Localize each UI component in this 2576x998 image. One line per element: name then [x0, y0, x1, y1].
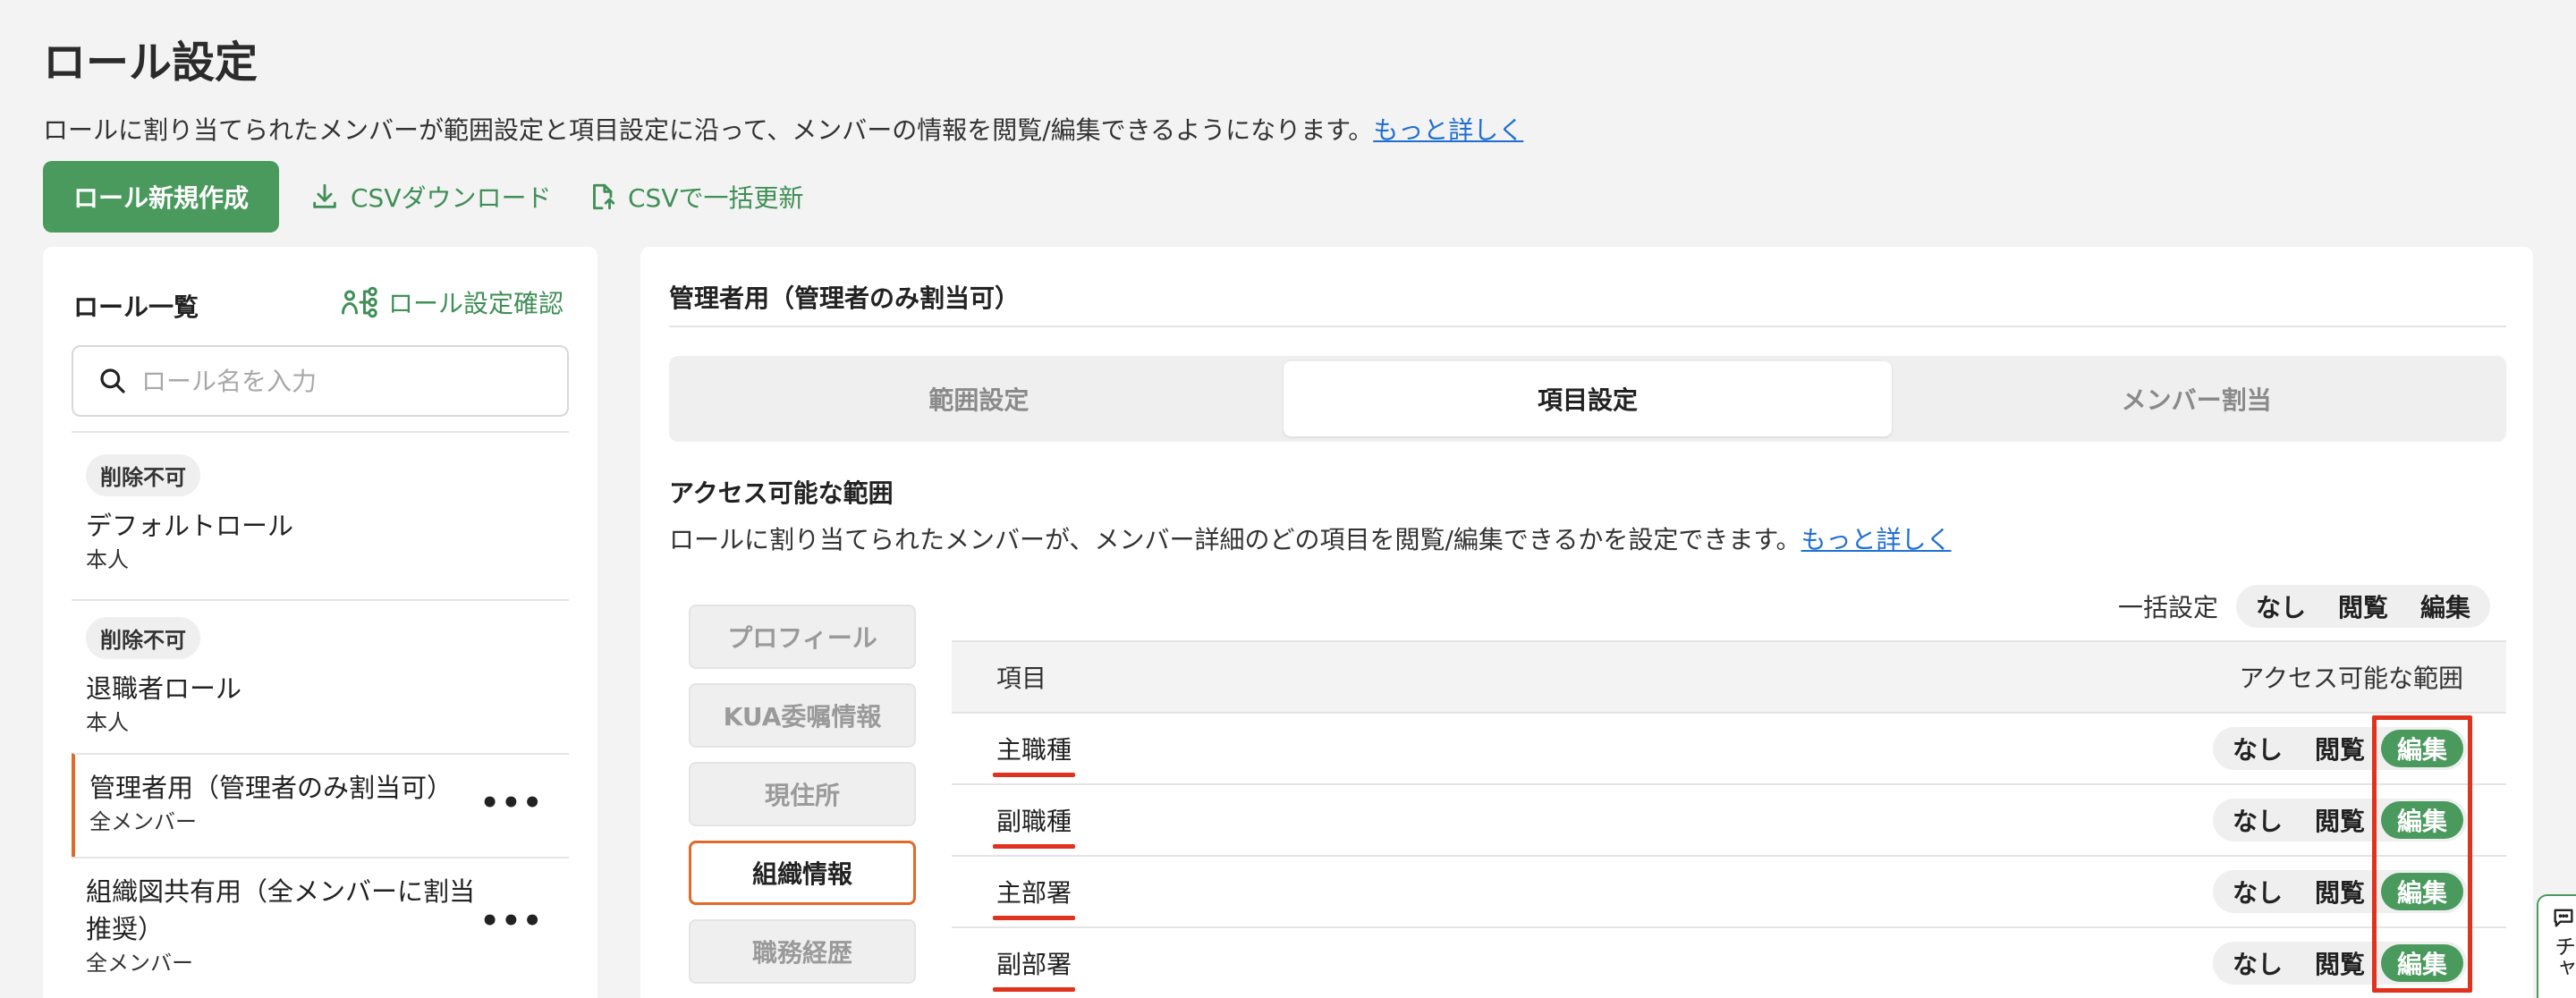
table-row: 主職種 なし 閲覧 編集 [952, 712, 2506, 783]
csv-bulk-update-button[interactable]: CSVで一括更新 [587, 177, 803, 216]
org-tree-icon [341, 286, 377, 318]
bulk-option-view[interactable]: 閲覧 [2322, 588, 2404, 625]
file-upload-icon [593, 183, 615, 210]
role-scope: 本人 [86, 547, 129, 572]
tab-member-assignment[interactable]: メンバー割当 [1892, 361, 2501, 436]
role-item-retired[interactable]: 削除不可 退職者ロール 本人 [72, 599, 569, 753]
item-name: 副部署 [992, 945, 1076, 992]
option-none[interactable]: なし [2216, 873, 2299, 910]
access-table: 項目 アクセス可能な範囲 主職種 なし 閲覧 編集 副職種 なし 閲覧 編集 主… [952, 640, 2506, 998]
table-row: 副職種 なし 閲覧 編集 [952, 783, 2506, 855]
option-view[interactable]: 閲覧 [2299, 801, 2381, 839]
role-name: デフォルトロール [86, 511, 294, 541]
section-title: アクセス可能な範囲 [669, 478, 894, 508]
role-scope: 本人 [86, 710, 129, 735]
bulk-setting-label: 一括設定 [2117, 593, 2218, 622]
role-settings-check-link[interactable]: ロール設定確認 [341, 284, 564, 320]
bulk-setting: 一括設定 なし 閲覧 編集 [2118, 585, 2490, 628]
chat-icon [2554, 909, 2573, 927]
more-options-icon[interactable]: ••• [480, 903, 544, 939]
category-organization[interactable]: 組織情報 [689, 841, 916, 905]
role-scope: 全メンバー [86, 951, 193, 976]
chat-tab[interactable]: チャ [2537, 894, 2576, 998]
option-none[interactable]: なし [2216, 730, 2299, 767]
csv-download-label: CSVダウンロード [351, 183, 552, 213]
bulk-option-none[interactable]: なし [2240, 588, 2322, 625]
page-title: ロール設定 [43, 38, 258, 88]
create-role-button[interactable]: ロール新規作成 [43, 161, 279, 233]
option-view[interactable]: 閲覧 [2299, 730, 2381, 767]
role-list-panel: ロール一覧 ロール設定確認 削除不可 デフォルトロール 本人 削除不可 退職者ロ… [43, 247, 597, 998]
csv-bulk-update-label: CSVで一括更新 [628, 183, 804, 213]
role-search-input[interactable] [141, 366, 535, 396]
option-view[interactable]: 閲覧 [2299, 944, 2381, 982]
option-none[interactable]: なし [2216, 944, 2299, 982]
section-more-link[interactable]: もっと詳しく [1801, 525, 1952, 554]
role-settings-check-label: ロール設定確認 [387, 289, 564, 318]
column-header-access: アクセス可能な範囲 [2239, 664, 2463, 693]
bulk-access-toggle: なし 閲覧 編集 [2235, 585, 2490, 628]
category-address[interactable]: 現住所 [689, 762, 916, 826]
table-row: 主部署 なし 閲覧 編集 [952, 855, 2506, 926]
item-name: 副職種 [992, 802, 1076, 849]
role-item-org-chart[interactable]: 組織図共有用（全メンバーに割当推奨） 全メンバー ••• [72, 857, 569, 998]
divider [669, 326, 2506, 327]
role-name: 退職者ロール [86, 673, 242, 704]
download-icon [313, 183, 336, 208]
undeletable-badge: 削除不可 [86, 454, 200, 496]
more-options-icon[interactable]: ••• [480, 785, 544, 821]
more-info-link[interactable]: もっと詳しく [1373, 115, 1523, 145]
role-detail-title: 管理者用（管理者のみ割当可） [669, 283, 1021, 313]
tab-scope-settings[interactable]: 範囲設定 [674, 361, 1284, 436]
category-career[interactable]: 職務経歴 [689, 919, 916, 984]
search-icon [100, 368, 125, 393]
role-list: 削除不可 デフォルトロール 本人 削除不可 退職者ロール 本人 管理者用（管理者… [72, 431, 569, 998]
item-name: 主職種 [992, 731, 1076, 777]
bulk-option-edit[interactable]: 編集 [2404, 588, 2487, 625]
page-description-text: ロールに割り当てられたメンバーが範囲設定と項目設定に沿って、メンバーの情報を閲覧… [43, 115, 1374, 145]
role-list-title: ロール一覧 [73, 292, 199, 322]
category-kua[interactable]: KUA委嘱情報 [689, 683, 916, 748]
section-description-text: ロールに割り当てられたメンバーが、メンバー詳細のどの項目を閲覧/編集できるかを設… [669, 525, 1801, 554]
role-search-box [72, 345, 569, 417]
column-header-item: 項目 [996, 664, 1047, 693]
option-none[interactable]: なし [2216, 801, 2299, 839]
role-name: 組織図共有用（全メンバーに割当推奨） [86, 876, 476, 944]
option-view[interactable]: 閲覧 [2299, 873, 2381, 910]
category-profile[interactable]: プロフィール [689, 605, 916, 669]
role-item-default[interactable]: 削除不可 デフォルトロール 本人 [72, 431, 569, 599]
table-row: 副部署 なし 閲覧 編集 [952, 926, 2506, 998]
csv-download-button[interactable]: CSVダウンロード [309, 177, 551, 216]
role-detail-panel: 管理者用（管理者のみ割当可） 範囲設定 項目設定 メンバー割当 アクセス可能な範… [640, 247, 2533, 998]
tab-item-settings[interactable]: 項目設定 [1283, 361, 1893, 436]
highlight-annotation-box [2372, 715, 2472, 993]
table-header: 項目 アクセス可能な範囲 [952, 640, 2506, 712]
item-name: 主部署 [992, 874, 1076, 920]
role-item-admin[interactable]: 管理者用（管理者のみ割当可） 全メンバー ••• [72, 753, 569, 857]
chat-tab-label: チャ [2550, 935, 2576, 978]
section-description: ロールに割り当てられたメンバーが、メンバー詳細のどの項目を閲覧/編集できるかを設… [669, 520, 1952, 556]
page-description: ロールに割り当てられたメンバーが範囲設定と項目設定に沿って、メンバーの情報を閲覧… [43, 111, 1523, 147]
undeletable-badge: 削除不可 [86, 617, 200, 659]
category-list: プロフィール KUA委嘱情報 現住所 組織情報 職務経歴 [689, 605, 916, 998]
settings-tabs: 範囲設定 項目設定 メンバー割当 [669, 356, 2506, 442]
